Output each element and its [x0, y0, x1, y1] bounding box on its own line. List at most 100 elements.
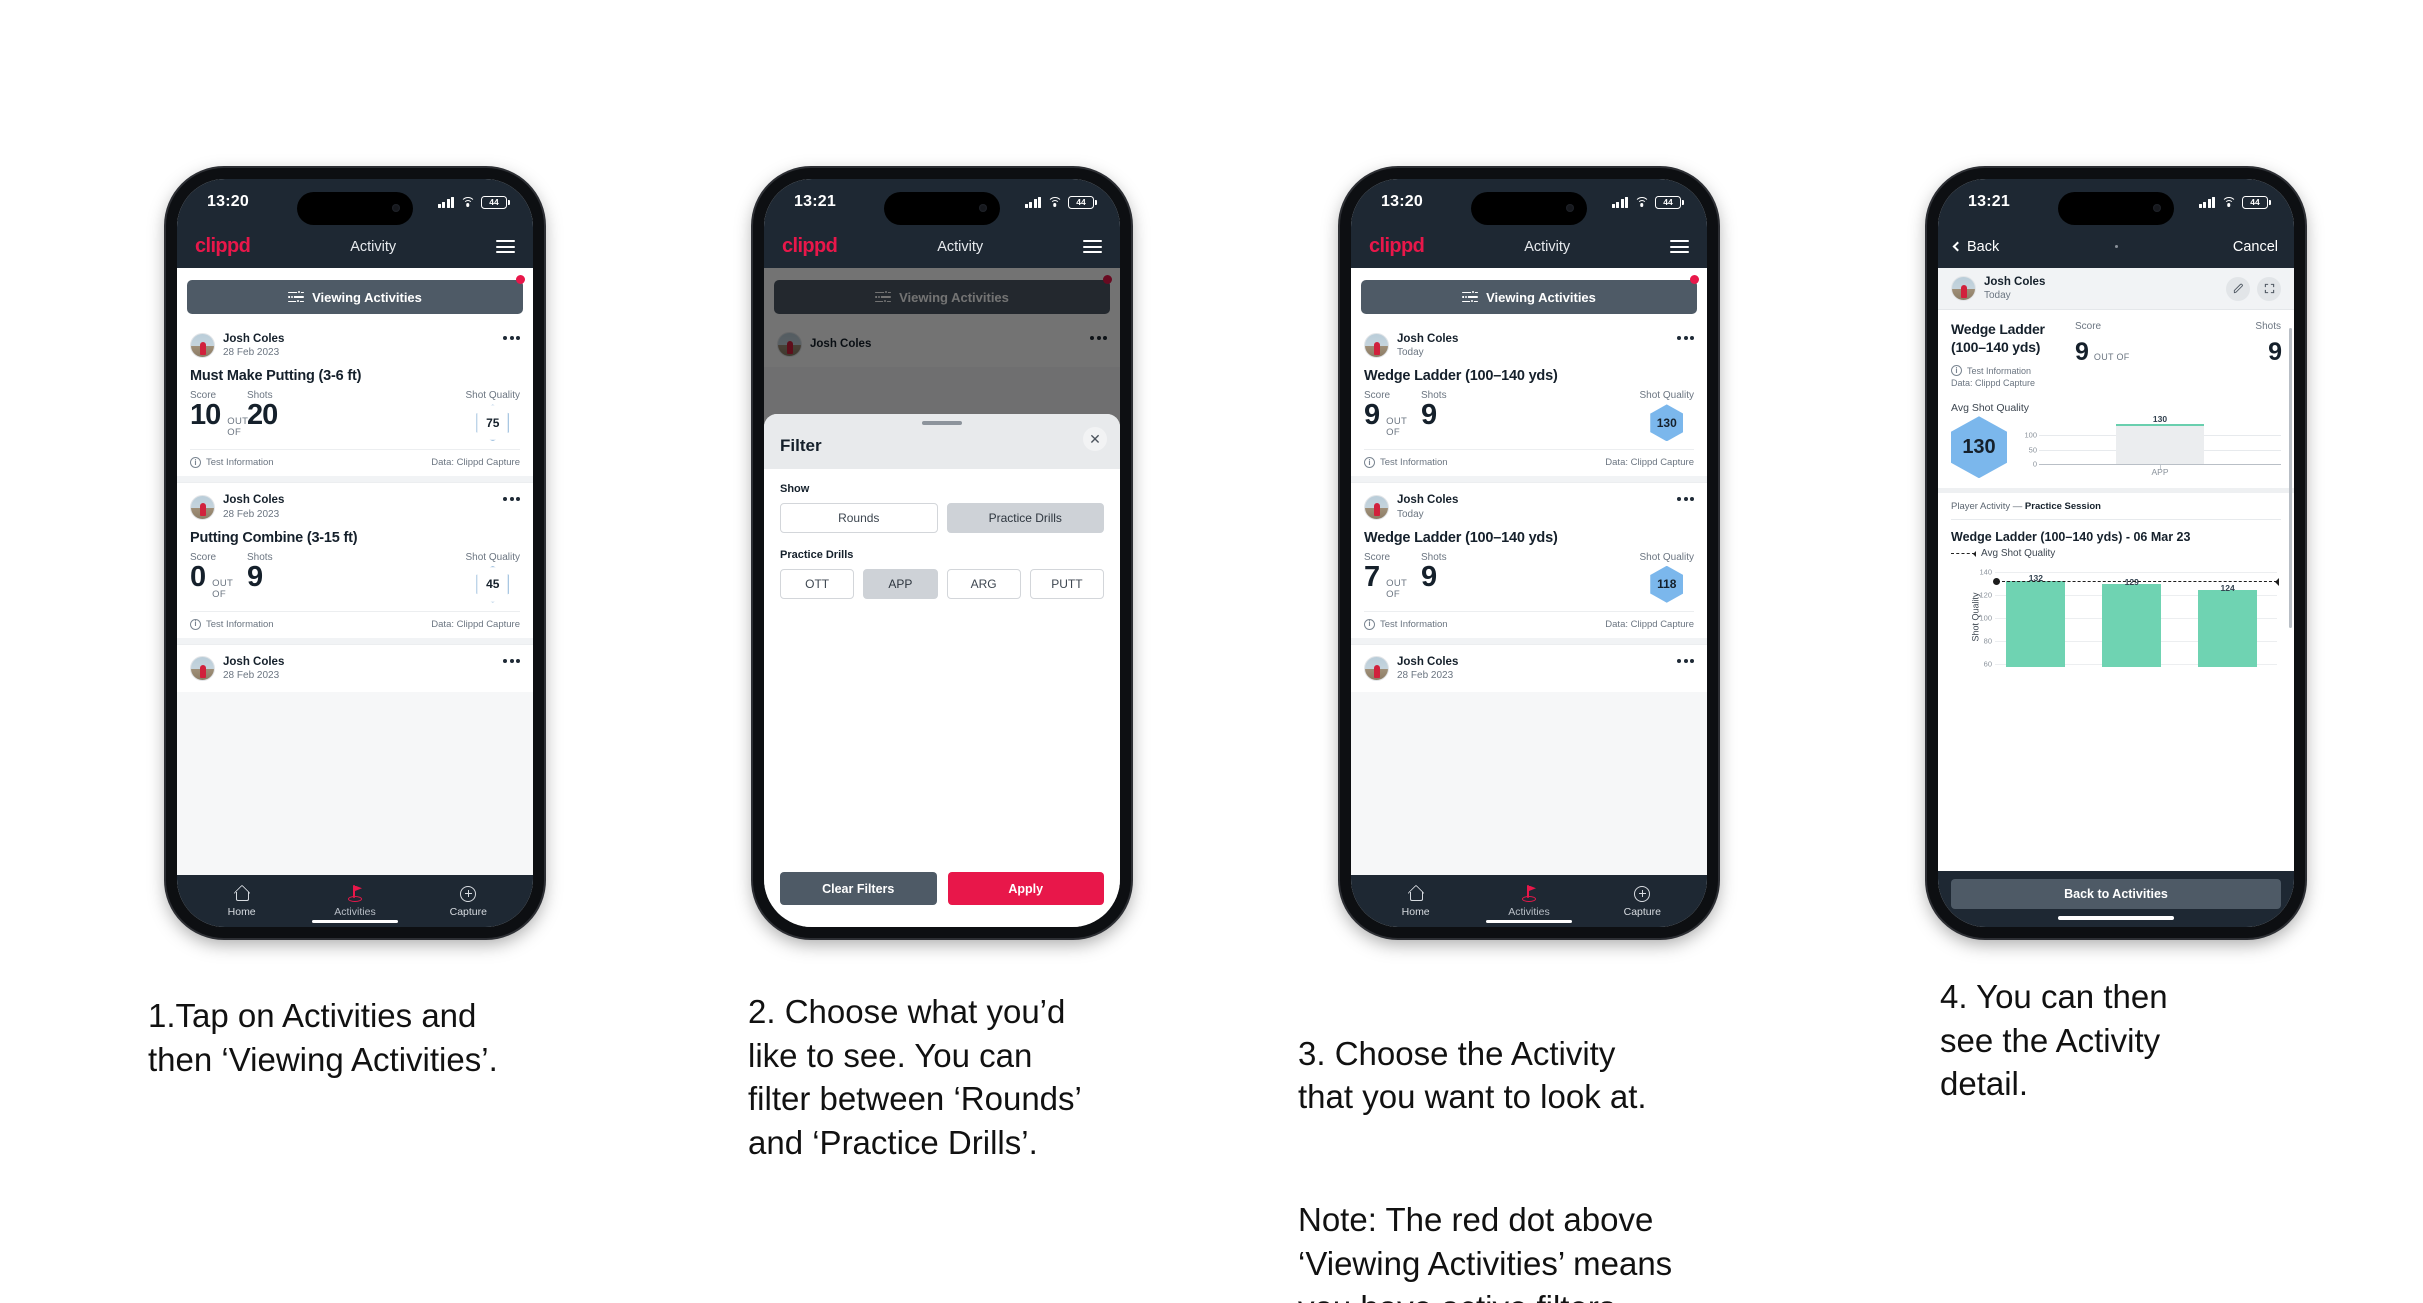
- bar-1: [2006, 581, 2066, 668]
- caption-step-2: 2. Choose what you’d like to see. You ca…: [748, 990, 1248, 1164]
- pencil-icon[interactable]: [2226, 276, 2250, 301]
- card-footer: i Test Information Data: Clippd Capture: [190, 449, 520, 476]
- card-footer: i Test Information Data: Clippd Capture: [1364, 449, 1694, 476]
- card-header: Josh Coles 28 Feb 2023: [190, 655, 520, 682]
- chip-putt[interactable]: PUTT: [1029, 569, 1104, 599]
- battery-level: 44: [1663, 196, 1673, 207]
- back-to-activities-button[interactable]: Back to Activities: [1951, 879, 2281, 909]
- info-icon: i: [190, 618, 201, 630]
- cancel-button[interactable]: Cancel: [2233, 239, 2278, 255]
- avg-shot-quality-label: Avg Shot Quality: [1951, 402, 2030, 415]
- status-time: 13:20: [207, 193, 249, 210]
- viewing-activities-label: Viewing Activities: [1486, 289, 1596, 305]
- drills-group-label: Practice Drills: [780, 549, 854, 561]
- card-stats: Score 7 OUT OF Shots 9 Shot Quality 118: [1364, 552, 1694, 611]
- shots-block: Shots 9: [1421, 552, 1517, 592]
- user-date: Today: [1984, 290, 2011, 302]
- chip-app[interactable]: APP: [863, 569, 938, 599]
- chip-ott[interactable]: OTT: [780, 569, 855, 599]
- activity-card[interactable]: Josh Coles Today Wedge Ladder (100–140 y…: [1351, 482, 1707, 638]
- activity-card[interactable]: Josh Coles 28 Feb 2023 Putting Combine (…: [177, 482, 533, 638]
- shots-label: Shots: [2255, 321, 2281, 333]
- card-menu-icon[interactable]: [1677, 332, 1694, 340]
- sheet-title: Filter: [780, 436, 822, 455]
- tab-home[interactable]: Home: [1381, 885, 1451, 918]
- expand-icon[interactable]: [2257, 276, 2281, 301]
- activities-content: Viewing Activities Josh Coles: [1351, 268, 1707, 875]
- card-menu-icon[interactable]: [503, 332, 520, 340]
- card-menu-icon[interactable]: [503, 493, 520, 502]
- section-label: Player Activity — Practice Session: [1951, 501, 2281, 521]
- avatar: [1364, 655, 1389, 681]
- filter-bar-wrap: Viewing Activities: [1351, 268, 1707, 322]
- activities-content-dimmed: Viewing Activities Josh Coles: [764, 268, 1120, 927]
- apply-button[interactable]: Apply: [947, 872, 1104, 905]
- active-filter-badge: [516, 275, 525, 284]
- card-menu-icon[interactable]: [503, 655, 520, 663]
- phone-1-activities-list: 13:20 44 clippd Activity Viewing Activit…: [166, 168, 544, 938]
- status-indicators: 44: [1611, 195, 1684, 209]
- activity-card[interactable]: Josh Coles 28 Feb 2023 Must Make Putting…: [177, 322, 533, 477]
- battery-level: 44: [489, 196, 499, 207]
- tab-capture[interactable]: Capture: [1607, 885, 1677, 918]
- bottom-tab-bar: Home Activities Capture: [177, 875, 533, 927]
- test-information-label: Test Information: [206, 457, 274, 469]
- close-icon[interactable]: ✕: [1083, 427, 1107, 451]
- ytick-80: 80: [1983, 636, 1992, 646]
- wifi-icon: [1047, 196, 1062, 208]
- score-block: Score 7 OUT OF: [1364, 552, 1421, 600]
- activities-content: Viewing Activities Josh Coles: [177, 268, 533, 875]
- tab-home[interactable]: Home: [207, 885, 277, 918]
- clippd-logo: clippd: [195, 235, 251, 257]
- hamburger-menu-icon[interactable]: [1083, 240, 1102, 253]
- cellular-bars-icon: [2198, 196, 2215, 208]
- card-stats: Score 0 OUT OF Shots 9 Shot Quality 45: [190, 552, 520, 611]
- card-stats: Score 10 OUT OF Shots 20 Shot Quality 75: [190, 390, 520, 449]
- score-value: 7: [1364, 560, 1380, 593]
- viewing-activities-button[interactable]: Viewing Activities: [187, 280, 523, 314]
- dynamic-island: [1471, 192, 1587, 225]
- phone-body: 13:21 44 clippd Activity Filter ✕ Show R…: [753, 168, 1131, 938]
- tab-capture-label: Capture: [1623, 905, 1661, 918]
- score-value: 9: [2075, 338, 2089, 367]
- chip-rounds[interactable]: Rounds: [780, 503, 938, 533]
- activity-card[interactable]: Josh Coles Today Wedge Ladder (100–140 y…: [1351, 322, 1707, 477]
- card-menu-icon[interactable]: [1677, 493, 1694, 502]
- chip-arg[interactable]: ARG: [946, 569, 1021, 599]
- shot-quality-hex: 130: [1650, 404, 1684, 442]
- bottom-tab-bar: Home Activities Capture: [1351, 875, 1707, 927]
- hamburger-menu-icon[interactable]: [496, 240, 515, 253]
- back-button[interactable]: Back: [1952, 239, 1999, 255]
- ytick-100: 100: [2024, 430, 2037, 440]
- filter-sheet: Filter ✕ Show Rounds Practice Drills Pra…: [764, 414, 1120, 927]
- sheet-grabber[interactable]: [922, 421, 962, 425]
- caption-2-line-2: like to see. You can: [748, 1036, 1033, 1074]
- detail-summary: Wedge Ladder (100–140 yds) i Test Informa…: [1938, 310, 2294, 399]
- tab-activities[interactable]: Activities: [1494, 885, 1564, 918]
- score-block: Score 9 OUT OF: [2075, 321, 2130, 388]
- user-name: Josh Coles: [223, 655, 285, 668]
- tab-capture[interactable]: Capture: [433, 885, 503, 918]
- chip-practice-drills[interactable]: Practice Drills: [946, 503, 1104, 533]
- activity-title: Wedge Ladder (100–140 yds): [1364, 529, 1558, 546]
- chart-yticks: 140 120 100 80 60: [1974, 567, 1992, 669]
- activity-card[interactable]: Josh Coles 28 Feb 2023: [177, 643, 533, 693]
- clear-filters-button[interactable]: Clear Filters: [780, 872, 937, 905]
- shot-quality-hex: 45: [476, 565, 510, 603]
- active-tab-indicator: [312, 919, 398, 923]
- chart-plot-area: 132 129 124: [1993, 567, 2279, 668]
- card-footer: i Test Information Data: Clippd Capture: [1364, 610, 1694, 638]
- hamburger-menu-icon[interactable]: [1670, 240, 1689, 253]
- scrollbar[interactable]: [2289, 328, 2292, 628]
- clippd-logo: clippd: [782, 235, 838, 257]
- activity-card[interactable]: Josh Coles 28 Feb 2023: [1351, 643, 1707, 693]
- card-menu-icon[interactable]: [1677, 655, 1694, 663]
- data-source-label: Data: Clippd Capture: [1951, 378, 2036, 389]
- tab-activities[interactable]: Activities: [320, 885, 390, 918]
- avg-shot-quality-panel: Avg Shot Quality 130 100 50 0 130 APP: [1938, 398, 2294, 489]
- filter-bar-wrap: Viewing Activities: [177, 268, 533, 322]
- viewing-activities-button[interactable]: Viewing Activities: [1361, 280, 1697, 314]
- out-of-label: OUT OF: [2093, 352, 2130, 363]
- plus-circle-icon: [460, 885, 477, 902]
- test-information-label: Test Information: [206, 618, 274, 630]
